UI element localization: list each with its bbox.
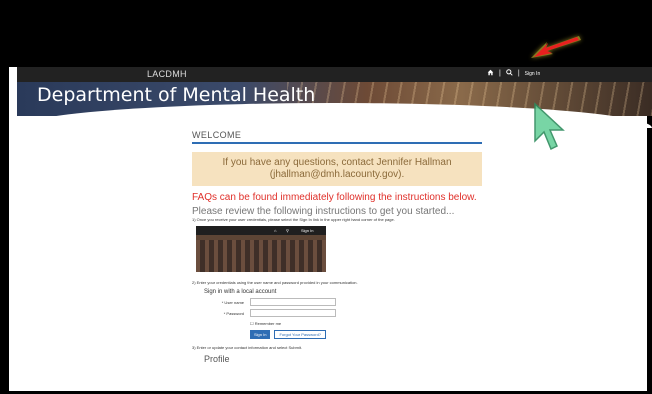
signin-heading: Sign in with a local account [204, 289, 277, 295]
contact-email-link[interactable]: (jhallman@dmh.lacounty.gov). [196, 169, 478, 181]
main-content: WELCOME If you have any questions, conta… [192, 130, 482, 364]
example-banner-photo [196, 240, 326, 272]
username-row: * User name [192, 298, 482, 306]
form-buttons: Sign In Forgot Your Password? [250, 330, 482, 339]
sign-in-button[interactable]: Sign In [250, 330, 271, 339]
step-2-text: 2) Enter your credentials using the user… [192, 280, 358, 285]
password-label: * Password [223, 310, 244, 316]
username-label: * User name [221, 299, 244, 305]
nav-separator: | [499, 70, 501, 77]
faq-notice: FAQs can be found immediately following … [192, 192, 477, 203]
signin-example-screenshot: ⌂ ⚲ Sign In [196, 226, 326, 272]
example-home-icon: ⌂ [274, 228, 277, 233]
example-nav-bar: ⌂ ⚲ Sign In [196, 226, 326, 235]
instructions-heading: Please review the following instructions… [192, 206, 455, 217]
red-arrow-annotation [527, 30, 587, 67]
remember-me-label: Remember me [254, 321, 282, 326]
home-icon[interactable] [487, 69, 494, 78]
remember-me-checkbox[interactable]: ☐ Remember me [250, 321, 482, 326]
password-row: * Password [192, 309, 482, 317]
step-3-text: 3) Enter or update your contact informat… [192, 345, 303, 350]
black-border-left [0, 0, 9, 394]
nav-separator: | [517, 70, 520, 77]
password-input[interactable] [250, 309, 336, 317]
sign-in-link[interactable]: Sign In [525, 71, 541, 77]
profile-heading: Profile [204, 354, 230, 364]
top-navigation-bar: LACDMH | | Sign In [17, 67, 652, 82]
search-icon[interactable] [506, 69, 513, 78]
contact-line-1: If you have any questions, contact Jenni… [222, 157, 452, 168]
site-brand[interactable]: LACDMH [147, 69, 187, 79]
welcome-heading: WELCOME [192, 130, 482, 144]
black-border-right [647, 0, 652, 394]
contact-notice: If you have any questions, contact Jenni… [192, 152, 482, 186]
example-signin-text: Sign In [301, 228, 314, 233]
username-input[interactable] [250, 298, 336, 306]
step-1-text: 1) Once you receive your user credential… [192, 217, 395, 222]
example-search-icon: ⚲ [286, 228, 289, 233]
green-cursor-annotation [532, 101, 568, 158]
top-nav: | | Sign In [487, 69, 540, 78]
forgot-password-button[interactable]: Forgot Your Password? [274, 330, 327, 339]
